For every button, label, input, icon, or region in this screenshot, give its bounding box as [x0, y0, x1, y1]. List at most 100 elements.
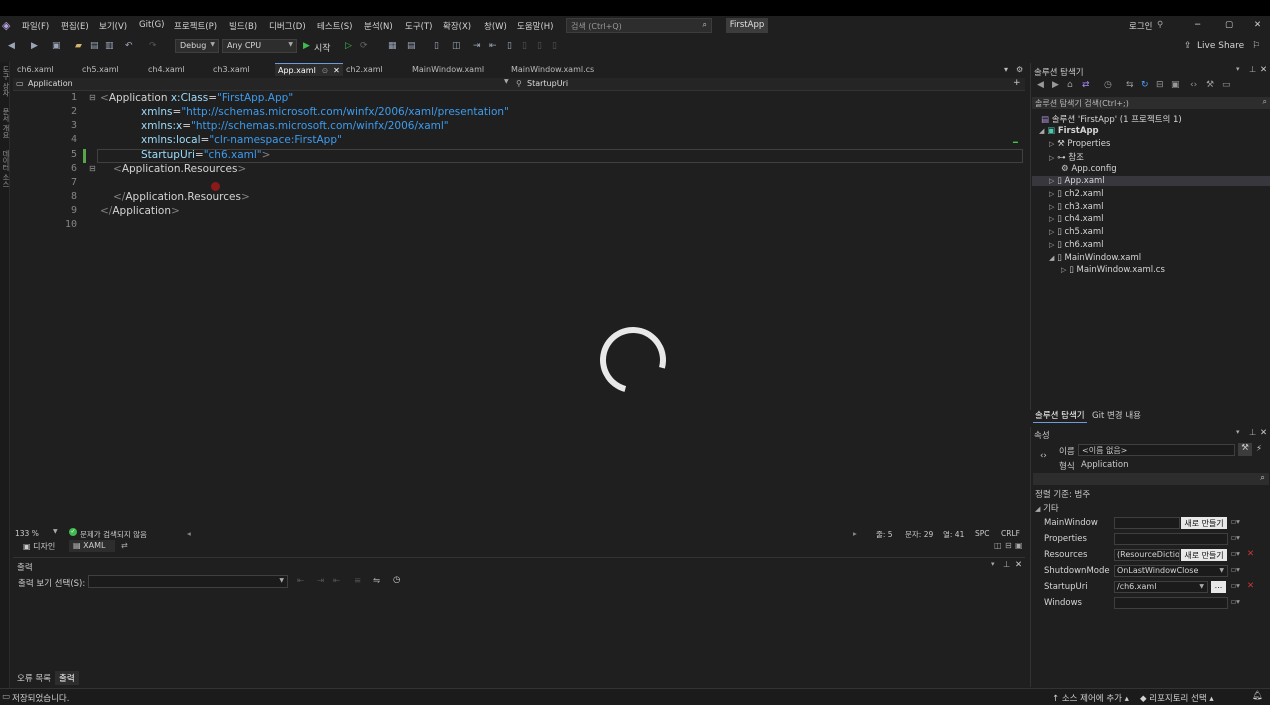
new-button[interactable]: 새로 만들기 [1181, 549, 1227, 561]
property-marker-icon[interactable]: ▫▾ [1231, 533, 1240, 542]
reset-icon[interactable]: ✕ [1247, 549, 1254, 559]
tab-ch2[interactable]: ch2.xaml [346, 63, 383, 76]
property-value-select[interactable]: OnLastWindowClose ▼ [1114, 565, 1228, 577]
sync-icon[interactable]: ⇆ [1126, 80, 1134, 90]
property-value-select[interactable]: /ch6.xaml ▼ [1114, 581, 1208, 593]
tree-project[interactable]: ◢ ▣ FirstApp [1039, 126, 1099, 136]
go-to-next-icon[interactable]: ⇥ [317, 576, 324, 586]
tab-ch6[interactable]: ch6.xaml [17, 63, 54, 76]
start-label[interactable]: 시작 [314, 41, 331, 54]
tree-item-properties[interactable]: ▷ ⚒ Properties [1049, 139, 1110, 149]
close-icon[interactable]: ✕ [1260, 428, 1267, 438]
toggle-output-icon[interactable]: ⇋ [373, 576, 380, 586]
menu-view[interactable]: 보기(V) [99, 20, 127, 32]
toolbox-tab[interactable]: 도구 상자 [1, 66, 11, 96]
code-editor[interactable]: ━ 1 2 3 4 5 6 7 8 9 10 ⊟ ⊟ <Application … [13, 92, 1025, 528]
menu-analyze[interactable]: 분석(N) [364, 20, 393, 32]
save-icon[interactable]: ▤ [90, 41, 99, 51]
pane-menu-icon[interactable]: ▾ [991, 560, 995, 568]
menu-edit[interactable]: 편집(E) [61, 20, 89, 32]
nav-forward-icon[interactable]: ▶ [31, 41, 38, 51]
search-input[interactable]: 검색 (Ctrl+Q) ⌕ [566, 18, 712, 33]
add-to-source-control-button[interactable]: ↑ 소스 제어에 추가 ▴ [1052, 692, 1129, 704]
hot-reload-icon[interactable]: ⟳ [360, 41, 368, 51]
menu-window[interactable]: 창(W) [484, 20, 507, 32]
property-marker-icon[interactable]: ▫▾ [1231, 517, 1240, 526]
xaml-tab[interactable]: ▤ XAML [69, 540, 115, 552]
property-search-input[interactable]: ⌕ [1033, 473, 1269, 485]
live-share-button[interactable]: Live Share [1197, 41, 1244, 51]
tree-item-ch3[interactable]: ▷ ▯ ch3.xaml [1049, 202, 1104, 212]
events-view-icon[interactable]: ⚡ [1256, 444, 1262, 454]
property-value-field[interactable] [1114, 517, 1180, 529]
tab-error-list[interactable]: 오류 목록 [17, 672, 51, 684]
output-source-select[interactable]: ▼ [88, 575, 288, 588]
menu-file[interactable]: 파일(F) [22, 20, 49, 32]
tab-ch3[interactable]: ch3.xaml [213, 63, 250, 76]
design-tab[interactable]: ▣ 디자인 [23, 541, 55, 552]
notifications-bell-icon[interactable]: 🔔︎ [1252, 691, 1263, 701]
tab-ch5[interactable]: ch5.xaml [82, 63, 119, 76]
tree-solution[interactable]: ▤ 솔루션 'FirstApp' (1 프로젝트의 1) [1041, 113, 1182, 125]
indent-icon[interactable]: ⇥ [473, 41, 481, 51]
property-marker-icon[interactable]: ▫▾ [1231, 549, 1240, 558]
collapse-icon[interactable]: ⊟ [89, 93, 96, 102]
tab-mainwindow-xaml-cs[interactable]: MainWindow.xaml.cs [511, 63, 594, 76]
preview-icon[interactable]: ▭ [1222, 80, 1231, 90]
menu-test[interactable]: 테스트(S) [317, 20, 353, 32]
undo-icon[interactable]: ↶ [125, 41, 133, 51]
tree-item-ch6[interactable]: ▷ ▯ ch6.xaml [1049, 240, 1104, 250]
line-indicator[interactable]: 줄: 5 [876, 529, 893, 540]
tab-output[interactable]: 출력 [55, 671, 79, 685]
menu-help[interactable]: 도움말(H) [517, 20, 553, 32]
split-editor-icon[interactable]: + [1013, 78, 1021, 88]
toolbox-icon[interactable]: ▦ [388, 41, 397, 51]
pane-menu-icon[interactable]: ▾ [1236, 65, 1240, 73]
home-icon[interactable]: ⌂ [1067, 80, 1073, 90]
collapse-icon[interactable]: ⊟ [89, 164, 96, 173]
pin-icon[interactable]: ⊥ [1249, 65, 1256, 75]
tree-item-references[interactable]: ▷ ⊶ 참조 [1049, 151, 1084, 163]
tree-item-app-xaml[interactable]: ▷ ▯ App.xaml [1032, 176, 1270, 186]
tab-git-changes[interactable]: Git 변경 내용 [1092, 409, 1141, 421]
nav-back-icon[interactable]: ◀ [8, 41, 15, 51]
tab-solution-explorer[interactable]: 솔루션 탐색기 [1033, 408, 1087, 423]
feedback-icon[interactable]: ⚐ [1252, 41, 1260, 51]
compare-icon[interactable]: ◫ [452, 41, 461, 51]
tree-item-ch4[interactable]: ▷ ▯ ch4.xaml [1049, 214, 1104, 224]
zoom-level[interactable]: 133 % [15, 529, 39, 538]
start-without-debug-icon[interactable]: ▷ [345, 41, 352, 51]
document-icon[interactable]: ▯ [434, 41, 439, 51]
pin-icon[interactable]: ⊥ [1003, 560, 1010, 570]
new-project-icon[interactable]: ▣ [52, 41, 61, 51]
select-repository-button[interactable]: ◆ 리포지토리 선택 ▴ [1140, 692, 1214, 704]
pin-icon[interactable]: ⊥ [1249, 428, 1256, 438]
reset-icon[interactable]: ✕ [1247, 581, 1254, 591]
close-icon[interactable]: ✕ [1015, 560, 1022, 570]
menu-project[interactable]: 프로젝트(P) [174, 20, 217, 32]
tree-item-app-config[interactable]: ⚙ App.config [1061, 164, 1117, 174]
tab-ch4[interactable]: ch4.xaml [148, 63, 185, 76]
pane-menu-icon[interactable]: ▾ [1236, 428, 1240, 436]
new-button[interactable]: 새로 만들기 [1181, 517, 1227, 529]
type-scope-dropdown[interactable]: Application [28, 79, 73, 88]
menu-extensions[interactable]: 확장(X) [443, 20, 471, 32]
show-all-files-icon[interactable]: ▣ [1171, 80, 1180, 90]
solution-search-input[interactable]: 솔루션 탐색기 검색(Ctrl+;) ⌕ [1032, 97, 1270, 109]
close-icon[interactable]: ✕ [1260, 65, 1267, 75]
tree-item-ch5[interactable]: ▷ ▯ ch5.xaml [1049, 227, 1104, 237]
layout-icon[interactable]: ▤ [407, 41, 416, 51]
bookmark-clear-icon[interactable]: ▯ [552, 41, 557, 51]
configuration-select[interactable]: Debug ▼ [175, 39, 219, 53]
live-share-icon[interactable]: ⇪ [1184, 41, 1192, 51]
horizontal-split-icon[interactable]: ⊟ [1005, 541, 1012, 550]
browse-button[interactable]: ... [1211, 581, 1226, 593]
sort-by-dropdown[interactable]: 정렬 기준: 범주 [1035, 488, 1090, 500]
go-to-previous-icon[interactable]: ⇤ [297, 576, 304, 586]
bookmark-prev-icon[interactable]: ▯ [522, 41, 527, 51]
collapse-pane-icon[interactable]: ▣ [1015, 541, 1023, 550]
document-outline-tab[interactable]: 문서 개요 [1, 108, 11, 138]
property-value-field[interactable]: (ResourceDictio... [1114, 549, 1180, 561]
member-scope-dropdown[interactable]: StartupUri [527, 79, 568, 88]
login-button[interactable]: 로그인 [1129, 20, 1152, 32]
